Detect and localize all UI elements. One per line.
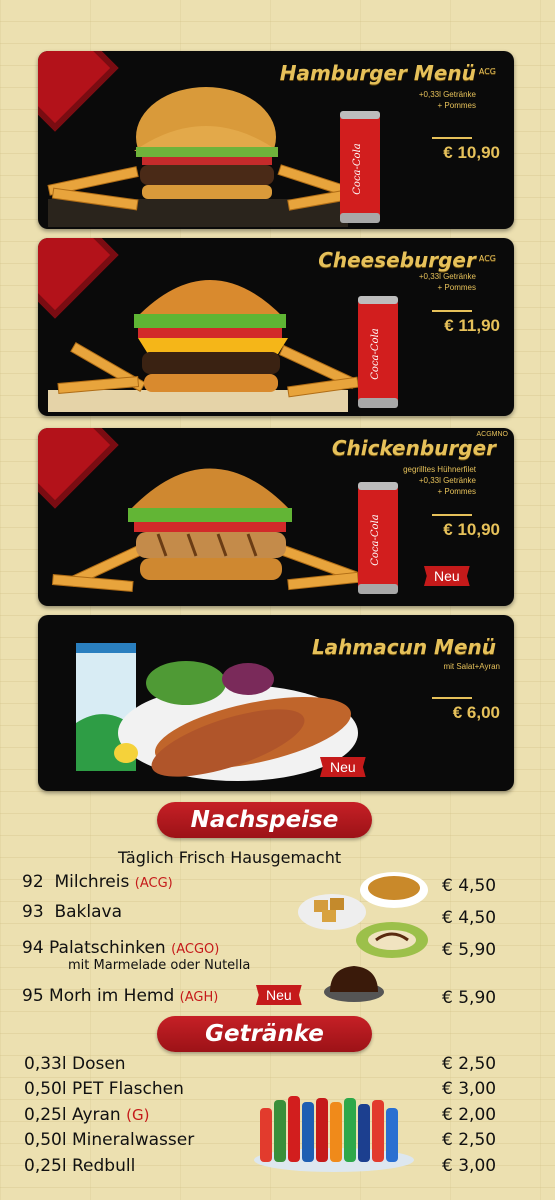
new-badge: Neu: [320, 757, 366, 777]
drink-price: € 2,50: [442, 1054, 497, 1074]
drink-price: € 2,50: [442, 1130, 497, 1150]
cheeseburger-image: [48, 280, 359, 412]
can-label: Coca-Cola: [370, 514, 381, 565]
price-divider: [432, 697, 472, 699]
dessert-price: € 4,50: [442, 908, 497, 928]
cola-can-image: Coca-Cola: [358, 482, 398, 594]
menu-price: € 6,00: [452, 703, 500, 722]
can-label: Coca-Cola: [370, 328, 381, 379]
price-divider: [432, 310, 472, 312]
menu-sub: +0,33l Getränke + Pommes: [418, 90, 476, 110]
dessert-price: € 4,50: [442, 876, 497, 896]
cola-can-image: Coca-Cola: [340, 111, 380, 223]
menu-card-hamburger[interactable]: Coca-Cola Hamburger Menü ACG +0,33l Geträ…: [38, 51, 514, 229]
dessert-item: 95 Morh im Hemd (AGH): [22, 986, 219, 1006]
drinks-image: [254, 1096, 414, 1172]
drink-price: € 3,00: [442, 1156, 497, 1176]
dessert-tagline: Täglich Frisch Hausgemacht: [118, 848, 342, 867]
drink-name: 0,25l Redbull: [24, 1156, 136, 1176]
menu-sub: mit Salat+Ayran: [443, 662, 500, 671]
menu-price: € 10,90: [443, 520, 500, 539]
drink-price: € 2,00: [442, 1105, 497, 1125]
drinks-heading: Getränke: [157, 1016, 372, 1052]
menu-card-lahmacun[interactable]: Lahmacun Menü mit Salat+Ayran € 6,00 Neu: [38, 615, 514, 791]
drink-name: 0,25l Ayran (G): [24, 1105, 150, 1125]
chickenburger-image: [51, 468, 359, 592]
dessert-item: 92 Milchreis (ACG): [22, 872, 173, 892]
dessert-item: 94 Palatschinken (ACGO): [22, 938, 220, 958]
menu-sub: gegrilltes Hühnerfilet +0,33l Getränke + P…: [403, 465, 476, 496]
drink-name: 0,50l Mineralwasser: [24, 1130, 195, 1150]
dessert-heading: Nachspeise: [157, 802, 372, 838]
drink-name: 0,50l PET Flaschen: [24, 1079, 184, 1099]
menu-price: € 11,90: [444, 316, 500, 335]
drink-name: 0,33l Dosen: [24, 1054, 126, 1074]
menu-title: Hamburger Menü ACG: [279, 61, 496, 85]
dessert-images: [298, 872, 428, 1002]
menu-title: Chickenburger: [331, 436, 496, 460]
menu-card-chickenburger[interactable]: Coca-Cola ACGMNO Chickenburger gegrillte…: [38, 428, 514, 606]
menu-price: € 10,90: [443, 143, 500, 162]
cola-can-image: Coca-Cola: [358, 296, 398, 408]
price-divider: [432, 137, 472, 139]
price-divider: [432, 514, 472, 516]
menu-sub: +0,33l Getränke + Pommes: [418, 272, 476, 292]
new-badge: Neu: [256, 985, 302, 1005]
menu-title: Cheeseburger ACG: [318, 248, 496, 272]
drink-price: € 3,00: [442, 1079, 497, 1099]
can-label: Coca-Cola: [352, 143, 363, 194]
dessert-price: € 5,90: [442, 940, 497, 960]
dessert-item: 93 Baklava: [22, 902, 122, 922]
dessert-price: € 5,90: [442, 988, 497, 1008]
hamburger-image: [47, 87, 360, 227]
new-badge: Neu: [424, 566, 470, 586]
menu-card-cheeseburger[interactable]: Coca-Cola Cheeseburger ACG +0,33l Getränk…: [38, 238, 514, 416]
dessert-note: mit Marmelade oder Nutella: [68, 958, 251, 973]
menu-title: Lahmacun Menü: [311, 635, 496, 659]
